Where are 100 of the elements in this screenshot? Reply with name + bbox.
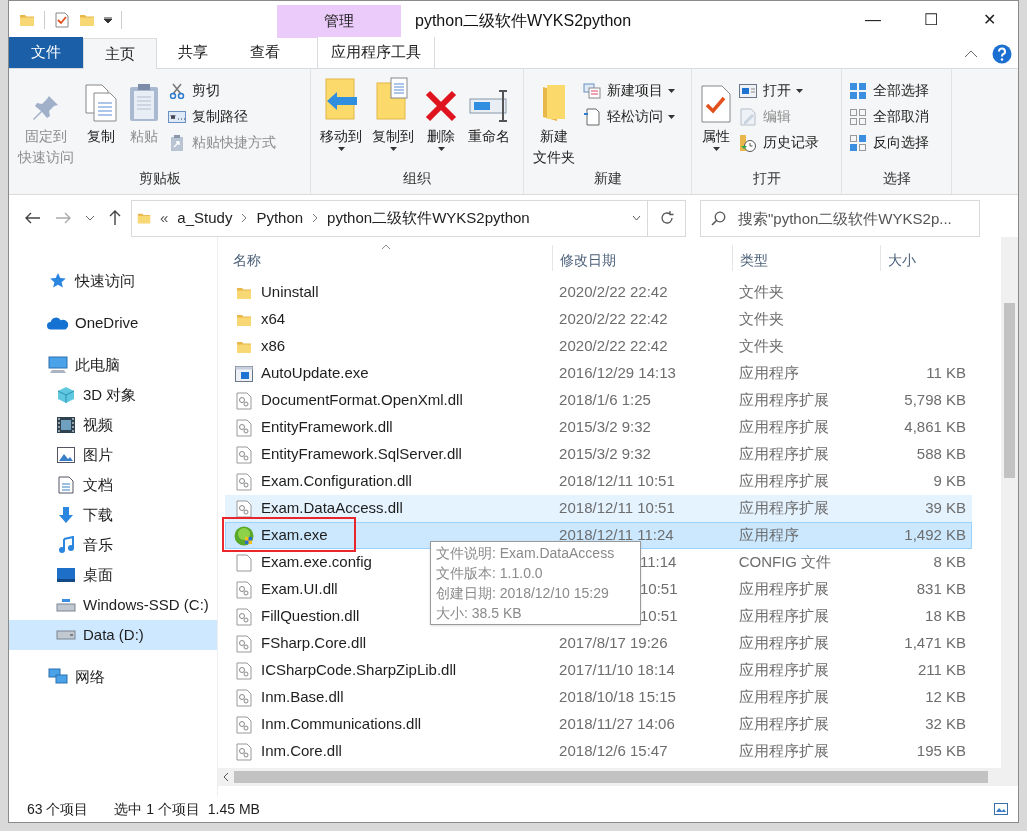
- ribbon-button[interactable]: 新建 文件夹: [530, 77, 578, 168]
- sort-ascending-icon[interactable]: [381, 244, 391, 250]
- sidebar-item[interactable]: 文档: [9, 470, 217, 500]
- dropdown-arrow-icon: [437, 147, 445, 151]
- help-icon[interactable]: [992, 44, 1012, 64]
- ribbon-button[interactable]: 重命名: [465, 77, 513, 147]
- up-icon[interactable]: [109, 210, 121, 226]
- sidebar-item[interactable]: OneDrive: [9, 308, 217, 338]
- breadcrumb[interactable]: a_Study: [177, 206, 233, 230]
- file-size: 39 KB: [924, 498, 967, 519]
- file-name[interactable]: EntityFramework.SqlServer.dll: [261, 443, 462, 466]
- ribbon-button[interactable]: 全部选择: [848, 79, 929, 102]
- recent-locations-icon[interactable]: [85, 215, 95, 221]
- back-icon[interactable]: [25, 212, 41, 224]
- file-name[interactable]: DocumentFormat.OpenXml.dll: [261, 389, 463, 412]
- ribbon-button[interactable]: 属性: [698, 77, 734, 151]
- scissors-icon: [169, 82, 185, 99]
- ribbon-button[interactable]: 复制到: [369, 77, 417, 151]
- ribbon-tab[interactable]: 查看: [229, 37, 301, 68]
- maximize-button[interactable]: ☐: [902, 1, 960, 38]
- file-size: 18 KB: [924, 606, 967, 627]
- sidebar-item[interactable]: 下载: [9, 500, 217, 530]
- dropdown-arrow-icon: [712, 147, 720, 151]
- ribbon-button[interactable]: 历史记录: [738, 131, 819, 154]
- tooltip-line: 创建日期: 2018/12/10 15:29: [436, 584, 610, 603]
- column-header[interactable]: 修改日期: [552, 245, 732, 271]
- sidebar-item[interactable]: 桌面: [9, 560, 217, 590]
- properties-icon[interactable]: [54, 11, 70, 28]
- ribbon-button[interactable]: 打开: [738, 79, 819, 102]
- ribbon-button[interactable]: 新建项目: [582, 79, 675, 102]
- modified-date: 2020/2/22 22:42: [559, 283, 668, 301]
- column-header[interactable]: 大小: [880, 245, 972, 271]
- file-name[interactable]: Exam.UI.dll: [261, 578, 338, 601]
- vertical-scrollbar[interactable]: [1001, 237, 1018, 768]
- file-name[interactable]: x64: [261, 308, 286, 331]
- ribbon-button[interactable]: 全部取消: [848, 105, 929, 128]
- selection-info: 选中 1 个项目 1.45 MB: [114, 799, 260, 819]
- ribbon-tab[interactable]: 主页: [83, 38, 157, 69]
- file-size: 8 KB: [932, 552, 967, 573]
- collapse-ribbon-icon[interactable]: [964, 50, 978, 58]
- column-header[interactable]: 名称: [225, 245, 552, 271]
- file-name[interactable]: FillQuestion.dll: [261, 605, 360, 628]
- chevron-icon: [241, 213, 248, 223]
- customize-toolbar-icon[interactable]: [104, 16, 112, 23]
- ribbon-tab[interactable]: 应用程序工具: [317, 37, 435, 68]
- copy-icon: [84, 83, 118, 123]
- sidebar-item[interactable]: Windows-SSD (C:): [9, 590, 217, 620]
- file-name[interactable]: Inm.Core.dll: [261, 740, 342, 763]
- breadcrumb[interactable]: python二级软件WYKS2python: [327, 206, 530, 230]
- column-header[interactable]: 类型: [732, 245, 880, 271]
- cloud-icon: [47, 316, 69, 330]
- ribbon-button[interactable]: 反向选择: [848, 131, 929, 154]
- file-name[interactable]: x86: [261, 335, 286, 358]
- sidebar-item[interactable]: Data (D:): [9, 620, 217, 650]
- overflow-chevron[interactable]: «: [160, 206, 169, 230]
- sidebar-item[interactable]: 音乐: [9, 530, 217, 560]
- scroll-left-icon[interactable]: [223, 772, 229, 782]
- ribbon-tab[interactable]: 文件: [9, 37, 83, 68]
- file-name[interactable]: EntityFramework.dll: [261, 416, 393, 439]
- ribbon-button[interactable]: 复制路径: [167, 105, 276, 128]
- file-type: 应用程序扩展: [737, 579, 830, 600]
- file-name[interactable]: ICSharpCode.SharpZipLib.dll: [261, 659, 457, 682]
- ribbon-button[interactable]: 轻松访问: [582, 105, 675, 128]
- file-type: 应用程序扩展: [737, 417, 830, 438]
- sidebar-item[interactable]: 网络: [9, 662, 217, 692]
- file-name[interactable]: FSharp.Core.dll: [261, 632, 367, 655]
- file-name[interactable]: AutoUpdate.exe: [261, 362, 369, 385]
- sidebar-item[interactable]: 图片: [9, 440, 217, 470]
- file-size: 588 KB: [915, 444, 967, 465]
- tooltip-line: 文件版本: 1.1.0.0: [436, 564, 544, 583]
- file-name[interactable]: Uninstall: [261, 281, 319, 304]
- search-field[interactable]: 搜索"python二级软件WYKS2p...: [700, 199, 980, 237]
- sidebar-item[interactable]: 视频: [9, 410, 217, 440]
- file-size: 32 KB: [924, 714, 967, 735]
- ribbon-button[interactable]: 删除: [421, 77, 461, 151]
- modified-date: 2015/3/2 9:32: [559, 445, 651, 463]
- sidebar-item[interactable]: 3D 对象: [9, 380, 217, 410]
- ribbon-button[interactable]: 移动到: [317, 77, 365, 151]
- minimize-button[interactable]: —: [844, 1, 902, 38]
- sidebar-item[interactable]: 快速访问: [9, 266, 217, 296]
- large-icons-view-icon[interactable]: [994, 803, 1008, 815]
- file-name[interactable]: Exam.Configuration.dll: [261, 470, 412, 493]
- file-row[interactable]: Exam.DataAccess.dll 2018/12/11 10:51 应用程序扩展 39 KB: [225, 495, 972, 522]
- file-type: 应用程序扩展: [737, 444, 830, 465]
- library-file-icon: [236, 445, 252, 464]
- file-name[interactable]: Inm.Base.dll: [261, 686, 344, 709]
- context-tab-group: 管理: [277, 5, 401, 38]
- file-name[interactable]: Exam.exe.config: [261, 551, 372, 574]
- ribbon-button[interactable]: 剪切: [167, 79, 276, 102]
- file-name[interactable]: Inm.Communications.dll: [261, 713, 422, 736]
- document-icon: [58, 476, 74, 494]
- ribbon-tab[interactable]: 共享: [157, 37, 229, 68]
- close-button[interactable]: ✕: [960, 1, 1018, 38]
- breadcrumb[interactable]: Python: [256, 206, 304, 230]
- refresh-button[interactable]: [648, 199, 686, 237]
- file-size: 831 KB: [915, 579, 967, 600]
- sidebar-item[interactable]: 此电脑: [9, 350, 217, 380]
- address-bar[interactable]: « a_Study Python python二级软件WYKS2python: [131, 199, 648, 237]
- ribbon-button[interactable]: 复制: [81, 77, 121, 147]
- horizontal-scrollbar[interactable]: [218, 768, 1018, 786]
